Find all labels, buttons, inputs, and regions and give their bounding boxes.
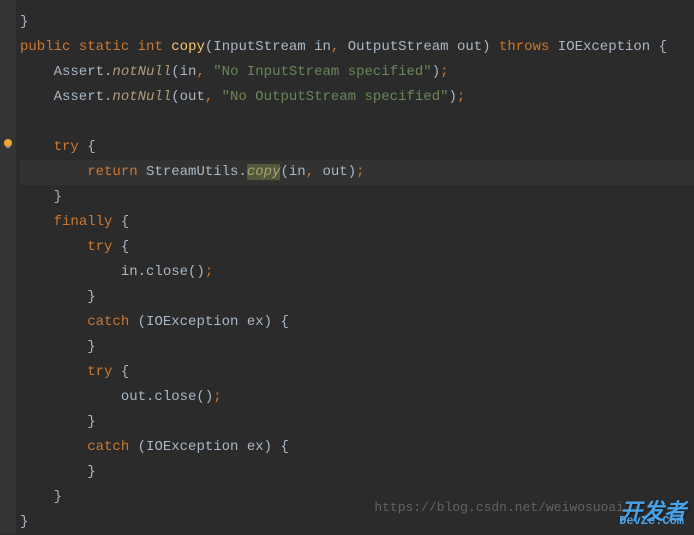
code-line: }	[20, 285, 694, 310]
code-line: }	[20, 410, 694, 435]
code-line: out.close();	[20, 385, 694, 410]
code-line: try {	[20, 360, 694, 385]
watermark-sub: DevZe.Com	[619, 509, 684, 534]
code-line: }	[20, 185, 694, 210]
lightbulb-icon[interactable]	[2, 138, 14, 150]
code-line	[20, 110, 694, 135]
code-line: Assert.notNull(in, "No InputStream speci…	[20, 60, 694, 85]
code-line: catch (IOException ex) {	[20, 310, 694, 335]
code-line: Assert.notNull(out, "No OutputStream spe…	[20, 85, 694, 110]
editor-gutter	[0, 0, 16, 534]
watermark-url: https://blog.csdn.net/weiwosuoai	[374, 495, 624, 520]
code-line: }	[20, 10, 694, 35]
code-line: try {	[20, 235, 694, 260]
code-line: finally {	[20, 210, 694, 235]
code-line: }	[20, 335, 694, 360]
code-line: catch (IOException ex) {	[20, 435, 694, 460]
code-line: public static int copy(InputStream in, O…	[20, 35, 694, 60]
code-line: }	[20, 460, 694, 485]
code-line-highlighted: return StreamUtils.copy(in, out);	[20, 160, 694, 185]
code-line: in.close();	[20, 260, 694, 285]
code-editor[interactable]: } public static int copy(InputStream in,…	[0, 0, 694, 535]
code-line: try {	[20, 135, 694, 160]
